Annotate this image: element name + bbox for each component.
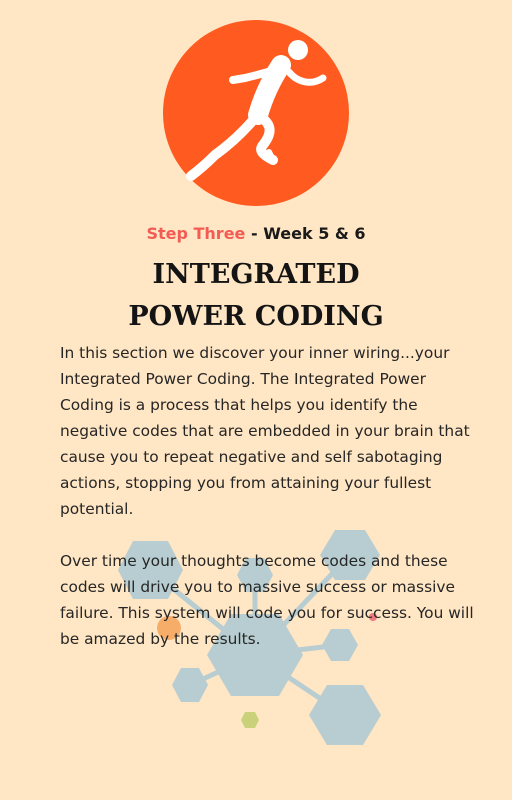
step-label: Step Three — [146, 224, 246, 243]
hexagon — [172, 668, 208, 702]
green-hexagon — [241, 712, 259, 728]
body-paragraph-1: In this section we discover your inner w… — [60, 344, 470, 518]
step-heading: Step Three - Week 5 & 6 — [0, 224, 512, 243]
title-line-1: INTEGRATED — [152, 259, 360, 290]
hexagon — [309, 685, 381, 745]
page-title: INTEGRATED POWER CODING — [0, 254, 512, 338]
body-paragraph-2: Over time your thoughts become codes and… — [60, 552, 474, 648]
running-man-icon — [186, 40, 327, 181]
step-week: - Week 5 & 6 — [250, 224, 366, 243]
page: Step Three - Week 5 & 6 INTEGRATED POWER… — [0, 0, 512, 800]
logo-circle — [163, 20, 349, 206]
title-line-2: POWER CODING — [128, 301, 384, 332]
